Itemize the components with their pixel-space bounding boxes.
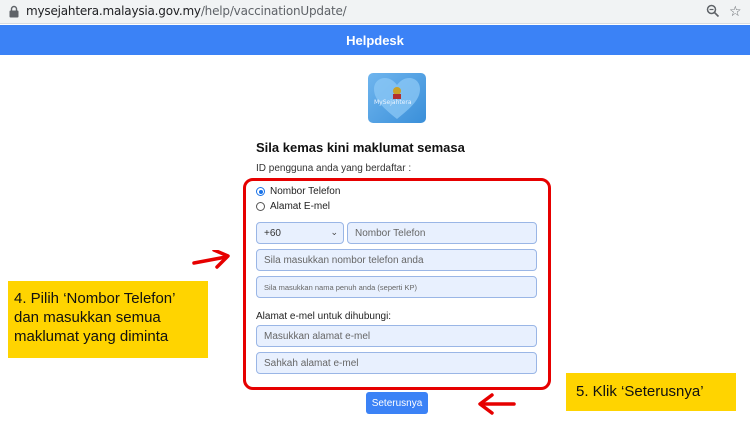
radio-dot-selected <box>256 187 265 196</box>
form-title: Sila kemas kini maklumat semasa <box>256 140 465 155</box>
radio-phone-label: Nombor Telefon <box>270 186 341 197</box>
email-input[interactable]: Masukkan alamat e-mel <box>256 325 537 347</box>
lock-icon <box>9 5 19 18</box>
logo-text: MySejahtera <box>374 99 412 106</box>
confirm-phone-input[interactable]: Sila masukkan nombor telefon anda <box>256 249 537 271</box>
mysejahtera-logo: MySejahtera <box>368 73 426 123</box>
contact-email-label: Alamat e-mel untuk dihubungi: <box>256 311 392 322</box>
email-placeholder: Masukkan alamat e-mel <box>264 330 371 342</box>
zoom-icon[interactable] <box>706 4 720 18</box>
confirm-phone-placeholder: Sila masukkan nombor telefon anda <box>264 254 424 266</box>
user-id-label: ID pengguna anda yang berdaftar : <box>256 163 412 174</box>
confirm-email-placeholder: Sahkah alamat e-mel <box>264 357 359 369</box>
browser-address-bar[interactable]: mysejahtera.malaysia.gov.my/help/vaccina… <box>0 0 750 24</box>
arrow-left-icon <box>478 393 516 415</box>
url-host: mysejahtera.malaysia.gov.my <box>26 4 201 18</box>
seterusnya-button[interactable]: Seterusnya <box>366 392 428 414</box>
chevron-down-icon: ⌄ <box>330 227 338 237</box>
arrow-right-icon <box>192 250 230 269</box>
heart-icon <box>374 78 420 119</box>
phone-number-input[interactable]: Nombor Telefon <box>347 222 537 244</box>
bookmark-star-icon[interactable]: ☆ <box>729 3 742 19</box>
radio-email-label: Alamat E-mel <box>270 201 331 212</box>
radio-email[interactable]: Alamat E-mel <box>256 201 330 212</box>
callout-step4: 4. Pilih ‘Nombor Telefon’ dan masukkan s… <box>8 281 208 358</box>
radio-dot <box>256 202 265 211</box>
radio-phone[interactable]: Nombor Telefon <box>256 186 340 197</box>
page-header: Helpdesk <box>0 25 750 55</box>
full-name-placeholder: Sila masukkan nama penuh anda (seperti K… <box>264 282 418 292</box>
phone-number-placeholder: Nombor Telefon <box>355 227 426 239</box>
header-title: Helpdesk <box>346 32 404 48</box>
callout-step5: 5. Klik ‘Seterusnya’ <box>566 373 736 411</box>
url-path: /help/vaccinationUpdate/ <box>200 4 347 18</box>
country-code-select[interactable]: +60 ⌄ <box>256 222 344 244</box>
address-url[interactable]: mysejahtera.malaysia.gov.my/help/vaccina… <box>26 4 347 18</box>
country-code-value: +60 <box>264 227 281 239</box>
confirm-email-input[interactable]: Sahkah alamat e-mel <box>256 352 537 374</box>
full-name-input[interactable]: Sila masukkan nama penuh anda (seperti K… <box>256 276 537 298</box>
